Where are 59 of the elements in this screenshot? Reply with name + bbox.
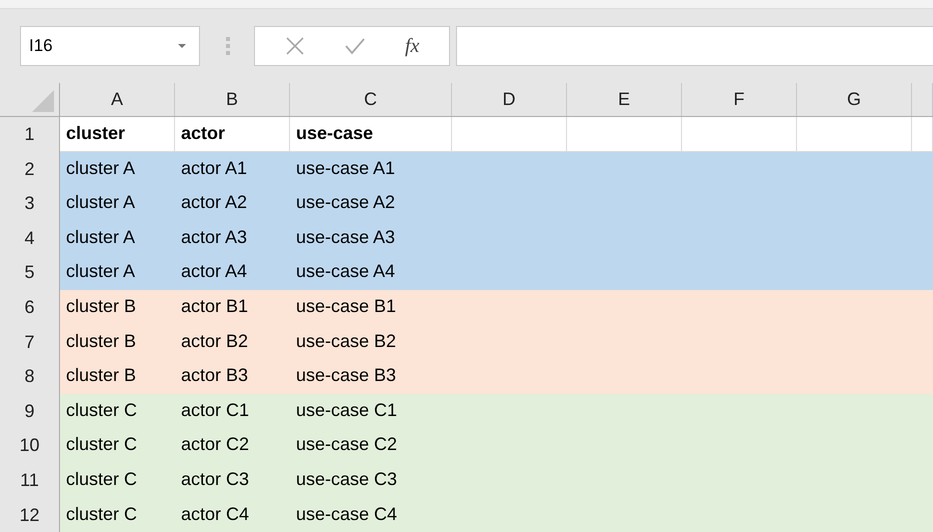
table-cell-text: cluster C	[65, 398, 138, 422]
column-header[interactable]: E	[567, 83, 682, 116]
column-header[interactable]: D	[452, 83, 567, 116]
row-header[interactable]: 11	[0, 462, 60, 498]
table-cell-text: use-case C1	[295, 398, 398, 422]
row-header[interactable]: 9	[0, 394, 60, 428]
column-header[interactable]: F	[682, 83, 797, 116]
row-header[interactable]: 7	[0, 324, 60, 360]
name-box[interactable]: I16	[20, 26, 200, 66]
row-header[interactable]: 6	[0, 290, 60, 325]
row-header[interactable]: 5	[0, 255, 60, 290]
table-cell-text: actor C1	[180, 398, 250, 422]
table-cell-text: actor B3	[180, 364, 250, 388]
table-cell-text: use-case B3	[295, 364, 398, 388]
row-header[interactable]: 4	[0, 220, 60, 256]
table-cell-text: use-case C2	[295, 433, 398, 456]
table-cell-text: actor B2	[180, 330, 250, 353]
column-header[interactable]: G	[797, 83, 912, 116]
table-cell-text: cluster B	[65, 364, 138, 388]
row-header[interactable]: 3	[0, 186, 60, 221]
table-cell-text: use-case A3	[295, 226, 396, 249]
table-cell-text: cluster A	[65, 260, 136, 284]
caret-icon[interactable]	[177, 43, 187, 49]
row-header[interactable]: 1	[0, 117, 60, 152]
drag-handle-icon[interactable]	[226, 36, 230, 56]
column-header[interactable]: C	[290, 83, 452, 116]
table-cell-text: cluster A	[65, 191, 136, 214]
table-cell-text: use-case B1	[295, 294, 398, 318]
select-all-icon[interactable]	[32, 90, 54, 112]
table-cell-text: actor C3	[180, 468, 250, 491]
table-cell-text: cluster C	[65, 468, 138, 491]
table-cell-text: cluster B	[65, 294, 138, 318]
table-cell-text: actor C4	[180, 502, 250, 526]
table-cell-text: cluster B	[65, 330, 138, 353]
table-cell-text: actor C2	[180, 433, 250, 456]
table-cell-text: cluster C	[65, 502, 138, 526]
table-cell-text: actor A3	[180, 226, 248, 249]
table-cell-text: actor B1	[180, 294, 250, 318]
table-cell-text: use-case A1	[295, 156, 396, 180]
column-header[interactable]: B	[175, 83, 290, 116]
table-cell-text: actor A1	[180, 156, 248, 180]
column-header[interactable]: A	[60, 83, 175, 116]
row-header[interactable]: 8	[0, 359, 60, 394]
row-header[interactable]: 10	[0, 428, 60, 463]
insert-function-button[interactable]: fx	[404, 34, 420, 58]
table-cell-text: use-case C4	[295, 502, 398, 526]
table-cell-text: use-case A2	[295, 191, 396, 214]
table-cell-text: cluster A	[65, 226, 136, 249]
table-cell-text: cluster C	[65, 433, 138, 456]
row-header[interactable]: 2	[0, 152, 60, 186]
table-cell-text: use-case B2	[295, 330, 398, 353]
table-cell-text: use-case A4	[295, 260, 396, 284]
table-cell-text: cluster A	[65, 156, 136, 180]
cancel-icon[interactable]	[284, 36, 305, 56]
table-cell-text: use-case C3	[295, 468, 398, 491]
row-header[interactable]: 12	[0, 498, 60, 532]
table-cell-text: actor A2	[180, 191, 248, 214]
table-cell-text: actor A4	[180, 260, 248, 284]
checkmark-icon[interactable]	[344, 37, 366, 55]
